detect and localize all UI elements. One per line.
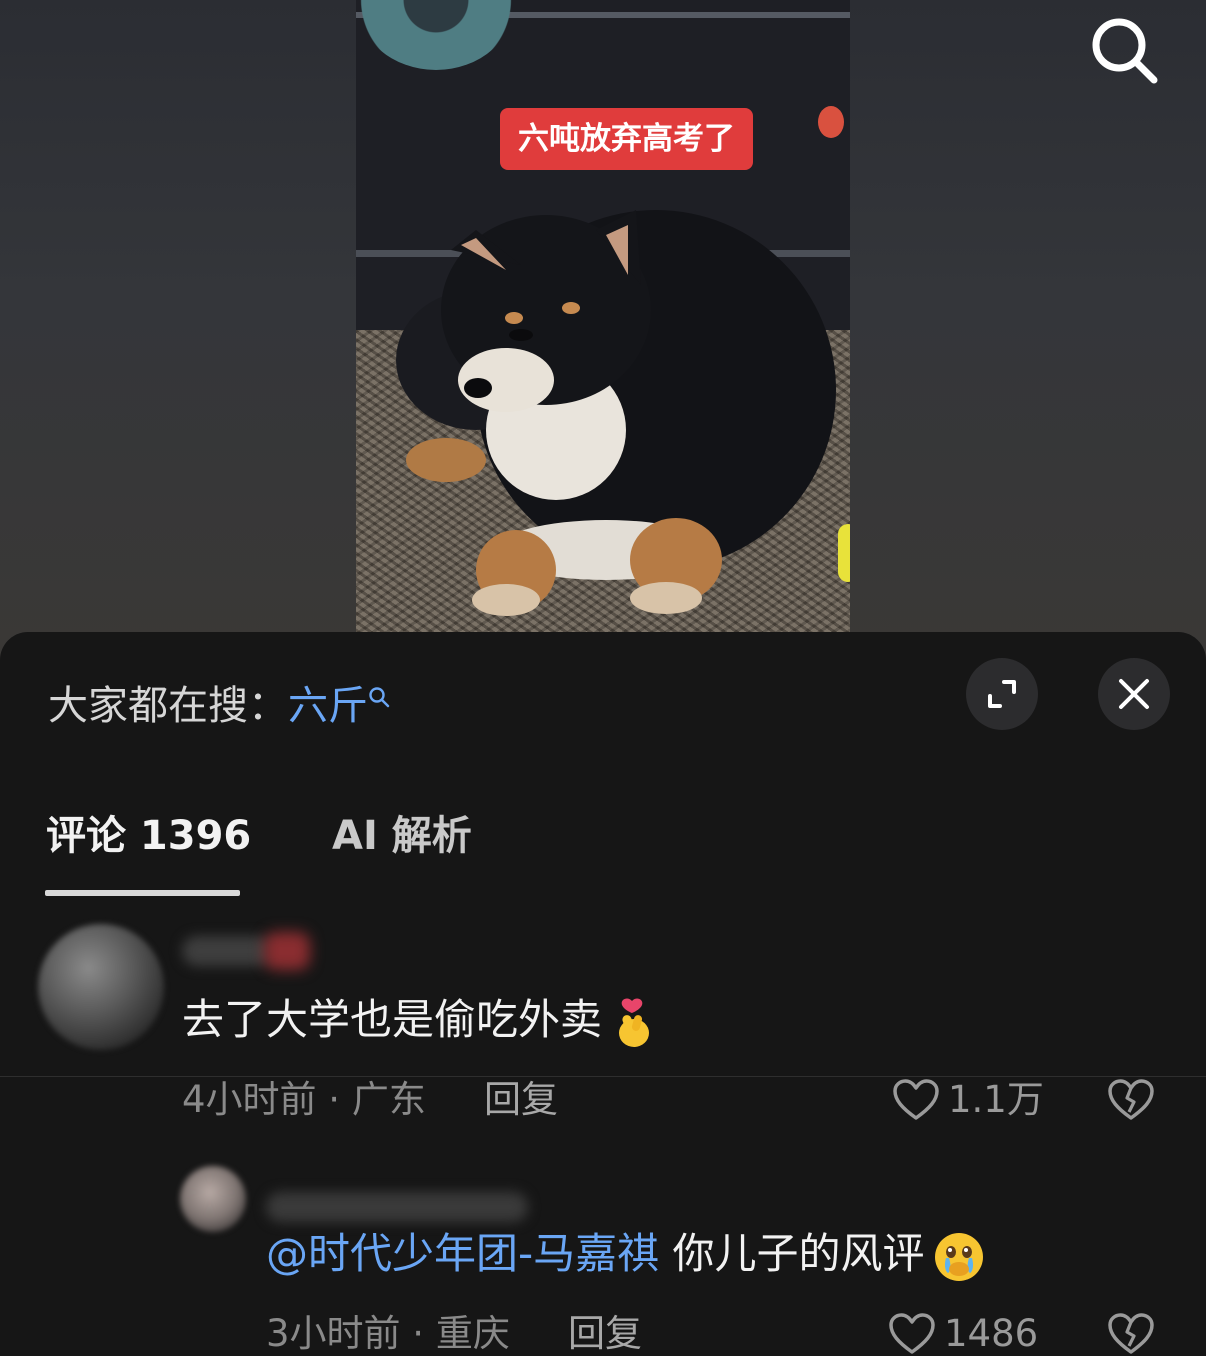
- comment-tabs: 评论 1396 AI 解析: [0, 812, 1206, 1077]
- comment-body: 你儿子的风评: [659, 1229, 925, 1278]
- tab-comments[interactable]: 评论 1396: [46, 812, 251, 860]
- crying-face-emoji: [934, 1232, 983, 1281]
- username-blurred[interactable]: [182, 936, 272, 966]
- user-badge: [264, 932, 310, 970]
- comment-text[interactable]: @时代少年团-马嘉祺 你儿子的风评: [266, 1228, 985, 1283]
- broken-heart-icon[interactable]: [1107, 1312, 1155, 1356]
- hot-search-bar[interactable]: 大家都在搜：六斤: [48, 682, 390, 730]
- tab-ai-analysis[interactable]: AI 解析: [332, 812, 472, 860]
- search-icon: [369, 687, 390, 708]
- hot-search-label: 大家都在搜：: [48, 683, 288, 729]
- shiba-dog-image: [396, 210, 836, 616]
- video-frame[interactable]: 六吨放弃高考了: [356, 0, 850, 632]
- decoration: [818, 106, 844, 138]
- avatar[interactable]: [38, 924, 164, 1050]
- close-icon: [1119, 679, 1149, 709]
- expand-icon: [988, 680, 1016, 708]
- search-icon[interactable]: [1088, 14, 1160, 86]
- reply-button[interactable]: 回复: [484, 1078, 558, 1122]
- broken-heart-icon[interactable]: [1107, 1078, 1155, 1122]
- heart-outline-icon[interactable]: [888, 1312, 936, 1356]
- comment-meta: 3小时前 · 重庆: [266, 1312, 510, 1355]
- like-count: 1486: [944, 1312, 1039, 1355]
- comment-body: 去了大学也是偷吃外卖: [182, 995, 603, 1044]
- avatar[interactable]: [180, 1166, 246, 1232]
- username-blurred[interactable]: [266, 1192, 528, 1222]
- expand-button[interactable]: [966, 658, 1038, 730]
- comment-sheet: 大家都在搜：六斤 评论 1396 AI 解析 去了大学也是偷吃外卖 4小时前 ·…: [0, 632, 1206, 1356]
- reply-button[interactable]: 回复: [568, 1312, 642, 1356]
- finger-heart-emoji: [619, 997, 650, 1047]
- video-player[interactable]: 六吨放弃高考了: [0, 0, 1206, 660]
- comment-meta: 4小时前 · 广东: [182, 1078, 426, 1121]
- like-count: 1.1万: [948, 1078, 1044, 1121]
- hot-search-term[interactable]: 六斤: [288, 683, 368, 729]
- close-button[interactable]: [1098, 658, 1170, 730]
- video-caption: 六吨放弃高考了: [500, 108, 753, 170]
- mention-link[interactable]: @时代少年团-马嘉祺: [266, 1229, 659, 1278]
- comment-text[interactable]: 去了大学也是偷吃外卖: [182, 994, 654, 1049]
- divider: [0, 1076, 1206, 1077]
- active-tab-indicator: [45, 890, 240, 896]
- heart-outline-icon[interactable]: [892, 1078, 940, 1122]
